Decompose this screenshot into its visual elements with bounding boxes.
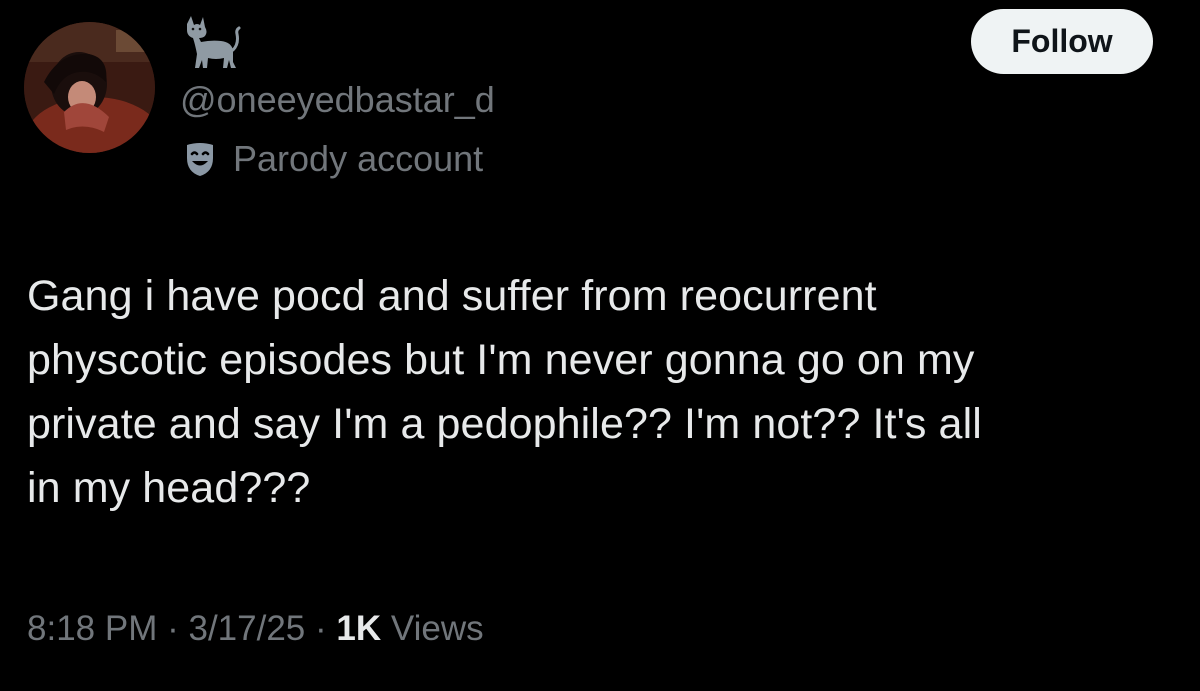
avatar[interactable]: [24, 22, 155, 153]
views-label: Views: [390, 609, 484, 648]
meta-separator: ·: [167, 609, 179, 648]
meta-separator: ·: [315, 609, 327, 648]
parody-account-label: Parody account: [181, 136, 483, 182]
tweet-metadata: 8:18 PM · 3/17/25 · 1K Views: [27, 606, 484, 652]
tweet-date[interactable]: 3/17/25: [188, 609, 305, 648]
user-handle[interactable]: @oneeyedbastar_d: [180, 78, 495, 122]
theater-mask-icon: [181, 140, 219, 178]
tweet-text: Gang i have pocd and suffer from reocurr…: [27, 264, 1177, 520]
tweet-text-line: Gang i have pocd and suffer from reocurr…: [27, 272, 877, 320]
tweet-text-line: in my head???: [27, 464, 311, 512]
tweet-text-line: physcotic episodes but I'm never gonna g…: [27, 336, 975, 384]
tweet-time[interactable]: 8:18 PM: [27, 609, 157, 648]
avatar-photo: [24, 22, 155, 153]
parody-account-text: Parody account: [233, 138, 484, 179]
follow-button[interactable]: Follow: [971, 9, 1153, 74]
cat-icon: [187, 16, 241, 68]
tweet-text-line: private and say I'm a pedophile?? I'm no…: [27, 400, 982, 448]
views-count: 1K: [336, 609, 382, 648]
display-name-cat-emoji[interactable]: [181, 14, 241, 70]
